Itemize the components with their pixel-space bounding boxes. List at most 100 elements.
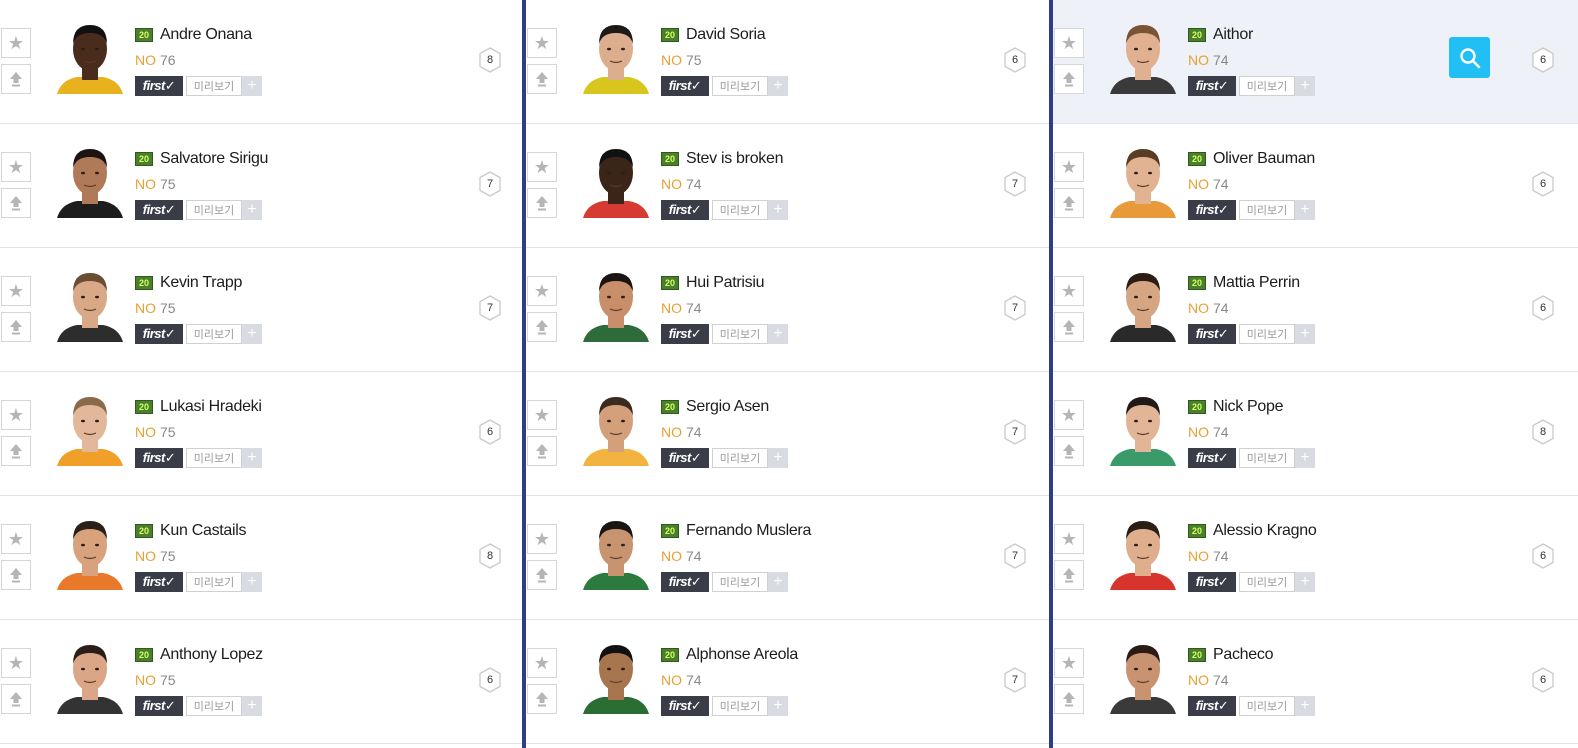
- upgrade-button[interactable]: [1054, 312, 1084, 342]
- player-name[interactable]: Fernando Muslera: [686, 522, 811, 540]
- player-card[interactable]: ★ 20 Stev is broken NO 74 first✓ 미리보기 + …: [526, 124, 1049, 248]
- first-button[interactable]: first✓: [1188, 200, 1236, 220]
- preview-button[interactable]: 미리보기: [186, 200, 242, 220]
- first-button[interactable]: first✓: [135, 572, 183, 592]
- first-button[interactable]: first✓: [1188, 448, 1236, 468]
- player-name[interactable]: Kevin Trapp: [160, 274, 242, 292]
- favorite-button[interactable]: ★: [527, 524, 557, 554]
- player-name[interactable]: Stev is broken: [686, 150, 783, 168]
- preview-button[interactable]: 미리보기: [712, 696, 768, 716]
- player-card[interactable]: ★ 20 Andre Onana NO 76 first✓ 미리보기 + 8: [0, 0, 522, 124]
- add-button[interactable]: +: [768, 572, 788, 592]
- favorite-button[interactable]: ★: [1054, 524, 1084, 554]
- first-button[interactable]: first✓: [1188, 572, 1236, 592]
- player-card[interactable]: ★ 20 Salvatore Sirigu NO 75 first✓ 미리보기 …: [0, 124, 522, 248]
- player-card[interactable]: ★ 20 Aithor NO 74 first✓ 미리보기 + 6: [1053, 0, 1578, 124]
- favorite-button[interactable]: ★: [1, 28, 31, 58]
- upgrade-button[interactable]: [1054, 684, 1084, 714]
- upgrade-button[interactable]: [527, 188, 557, 218]
- preview-button[interactable]: 미리보기: [186, 76, 242, 96]
- player-name[interactable]: David Soria: [686, 26, 766, 44]
- add-button[interactable]: +: [1295, 448, 1315, 468]
- player-card[interactable]: ★ 20 Alphonse Areola NO 74 first✓ 미리보기 +…: [526, 620, 1049, 744]
- upgrade-button[interactable]: [1, 560, 31, 590]
- preview-button[interactable]: 미리보기: [712, 324, 768, 344]
- player-card[interactable]: ★ 20 Anthony Lopez NO 75 first✓ 미리보기 + 6: [0, 620, 522, 744]
- preview-button[interactable]: 미리보기: [186, 324, 242, 344]
- add-button[interactable]: +: [242, 448, 262, 468]
- player-name[interactable]: Nick Pope: [1213, 398, 1284, 416]
- first-button[interactable]: first✓: [661, 696, 709, 716]
- first-button[interactable]: first✓: [661, 200, 709, 220]
- upgrade-button[interactable]: [527, 560, 557, 590]
- player-name[interactable]: Kun Castails: [160, 522, 247, 540]
- favorite-button[interactable]: ★: [527, 648, 557, 678]
- add-button[interactable]: +: [768, 696, 788, 716]
- preview-button[interactable]: 미리보기: [712, 200, 768, 220]
- player-card[interactable]: ★ 20 Fernando Muslera NO 74 first✓ 미리보기 …: [526, 496, 1049, 620]
- add-button[interactable]: +: [1295, 324, 1315, 344]
- favorite-button[interactable]: ★: [1054, 152, 1084, 182]
- preview-button[interactable]: 미리보기: [712, 76, 768, 96]
- add-button[interactable]: +: [768, 324, 788, 344]
- add-button[interactable]: +: [242, 696, 262, 716]
- add-button[interactable]: +: [768, 200, 788, 220]
- first-button[interactable]: first✓: [1188, 324, 1236, 344]
- player-card[interactable]: ★ 20 Oliver Bauman NO 74 first✓ 미리보기 + 6: [1053, 124, 1578, 248]
- first-button[interactable]: first✓: [135, 324, 183, 344]
- first-button[interactable]: first✓: [135, 696, 183, 716]
- add-button[interactable]: +: [768, 448, 788, 468]
- favorite-button[interactable]: ★: [1054, 276, 1084, 306]
- player-card[interactable]: ★ 20 Mattia Perrin NO 74 first✓ 미리보기 + 6: [1053, 248, 1578, 372]
- preview-button[interactable]: 미리보기: [712, 572, 768, 592]
- player-name[interactable]: Andre Onana: [160, 26, 252, 44]
- first-button[interactable]: first✓: [661, 448, 709, 468]
- preview-button[interactable]: 미리보기: [1239, 200, 1295, 220]
- player-card[interactable]: ★ 20 Pacheco NO 74 first✓ 미리보기 + 6: [1053, 620, 1578, 744]
- player-card[interactable]: ★ 20 Alessio Kragno NO 74 first✓ 미리보기 + …: [1053, 496, 1578, 620]
- favorite-button[interactable]: ★: [1054, 400, 1084, 430]
- upgrade-button[interactable]: [527, 64, 557, 94]
- preview-button[interactable]: 미리보기: [1239, 572, 1295, 592]
- player-card[interactable]: ★ 20 David Soria NO 75 first✓ 미리보기 + 6: [526, 0, 1049, 124]
- favorite-button[interactable]: ★: [1, 276, 31, 306]
- first-button[interactable]: first✓: [135, 200, 183, 220]
- player-name[interactable]: Hui Patrisiu: [686, 274, 765, 292]
- search-button[interactable]: [1449, 37, 1490, 78]
- preview-button[interactable]: 미리보기: [1239, 76, 1295, 96]
- first-button[interactable]: first✓: [1188, 76, 1236, 96]
- preview-button[interactable]: 미리보기: [712, 448, 768, 468]
- upgrade-button[interactable]: [1054, 188, 1084, 218]
- player-card[interactable]: ★ 20 Lukasi Hradeki NO 75 first✓ 미리보기 + …: [0, 372, 522, 496]
- upgrade-button[interactable]: [527, 436, 557, 466]
- add-button[interactable]: +: [1295, 76, 1315, 96]
- upgrade-button[interactable]: [1, 312, 31, 342]
- add-button[interactable]: +: [768, 76, 788, 96]
- favorite-button[interactable]: ★: [1054, 28, 1084, 58]
- player-name[interactable]: Aithor: [1213, 26, 1253, 44]
- preview-button[interactable]: 미리보기: [186, 696, 242, 716]
- player-name[interactable]: Lukasi Hradeki: [160, 398, 262, 416]
- add-button[interactable]: +: [1295, 200, 1315, 220]
- upgrade-button[interactable]: [527, 684, 557, 714]
- player-name[interactable]: Oliver Bauman: [1213, 150, 1315, 168]
- player-name[interactable]: Salvatore Sirigu: [160, 150, 268, 168]
- upgrade-button[interactable]: [1, 684, 31, 714]
- favorite-button[interactable]: ★: [1054, 648, 1084, 678]
- preview-button[interactable]: 미리보기: [186, 572, 242, 592]
- player-card[interactable]: ★ 20 Sergio Asen NO 74 first✓ 미리보기 + 7: [526, 372, 1049, 496]
- add-button[interactable]: +: [242, 200, 262, 220]
- upgrade-button[interactable]: [1, 64, 31, 94]
- add-button[interactable]: +: [242, 572, 262, 592]
- upgrade-button[interactable]: [1054, 64, 1084, 94]
- favorite-button[interactable]: ★: [1, 400, 31, 430]
- player-name[interactable]: Sergio Asen: [686, 398, 769, 416]
- add-button[interactable]: +: [1295, 572, 1315, 592]
- player-card[interactable]: ★ 20 Nick Pope NO 74 first✓ 미리보기 + 8: [1053, 372, 1578, 496]
- favorite-button[interactable]: ★: [527, 400, 557, 430]
- favorite-button[interactable]: ★: [527, 276, 557, 306]
- preview-button[interactable]: 미리보기: [186, 448, 242, 468]
- player-name[interactable]: Pacheco: [1213, 646, 1273, 664]
- upgrade-button[interactable]: [1054, 560, 1084, 590]
- player-name[interactable]: Alphonse Areola: [686, 646, 798, 664]
